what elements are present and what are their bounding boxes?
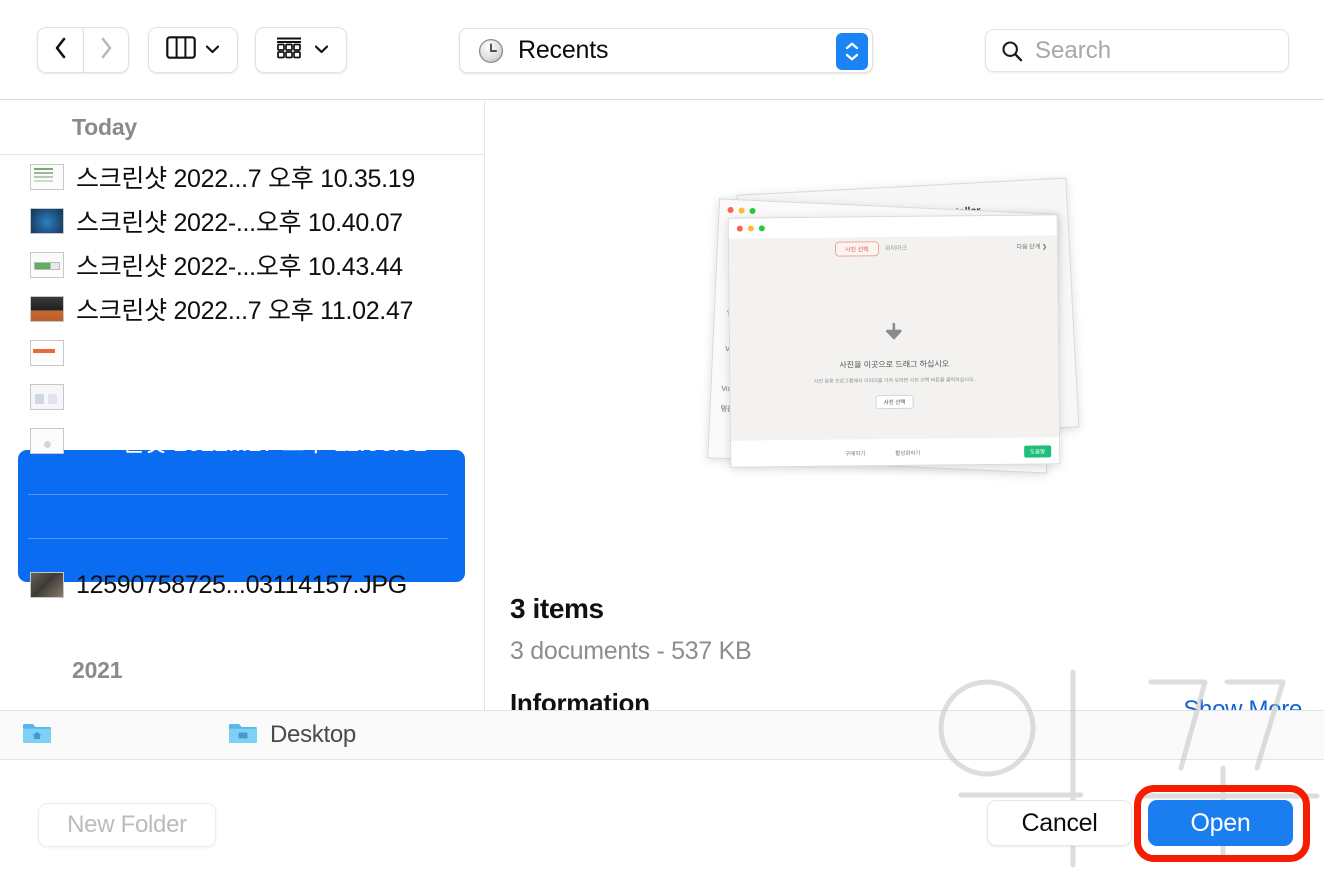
breadcrumb-home[interactable] xyxy=(22,721,52,750)
file-name: 스크린샷 2022...7 오후 10.35.19 xyxy=(76,165,416,193)
preview-pane: Visual Watermark 5.38 Installer Visual W… xyxy=(486,101,1324,710)
list-item[interactable]: 스크린샷 2022...7 오후 11.02.47 xyxy=(0,287,484,331)
window-thumbnail-icon xyxy=(30,384,64,410)
list-item-selected[interactable]: 스크린샷 2022...17 오후 11.05.16 xyxy=(0,375,484,419)
selection-row-divider xyxy=(28,494,448,495)
file-name: 스크린샷 2022...17 오후 11.06.51 xyxy=(76,429,427,457)
file-open-dialog: Recents Today 스크린샷 2022...7 오후 10.35.19 xyxy=(0,0,1324,882)
chevron-down-icon xyxy=(205,41,220,59)
file-name: 스크린샷 2022...7 오후 11.03.00 xyxy=(76,341,414,369)
preview-info: 3 items 3 documents - 537 KB Information xyxy=(510,593,1324,710)
list-item[interactable]: 12590758725...03114157.JPG xyxy=(0,563,484,607)
jpg-thumbnail-icon xyxy=(30,572,64,598)
search-icon xyxy=(1001,40,1023,62)
group-header-today: Today xyxy=(0,101,484,155)
list-item[interactable]: 스크린샷 2022...7 오후 10.35.19 xyxy=(0,155,484,199)
chevron-right-icon xyxy=(100,37,113,64)
help-button: 도움말 xyxy=(1023,445,1052,458)
item-count: 3 items xyxy=(510,593,604,624)
path-bar: Desktop xyxy=(0,710,1324,760)
list-item[interactable]: 스크린샷 2022-...오후 10.43.44 xyxy=(0,243,484,287)
clock-icon xyxy=(478,38,504,64)
file-name: 스크린샷 2022...7 오후 11.02.47 xyxy=(76,297,414,325)
window-thumbnail-icon xyxy=(30,428,64,454)
traffic-light-icons xyxy=(736,225,765,232)
toolbar: Recents xyxy=(0,0,1324,100)
search-field[interactable] xyxy=(985,29,1289,72)
list-item[interactable]: 스크린샷 2022-...오후 10.40.07 xyxy=(0,199,484,243)
traffic-light-icons xyxy=(727,206,756,215)
folder-icon xyxy=(228,721,258,750)
list-item-selected[interactable]: 스크린샷 2022...7 오후 11.03.00 xyxy=(0,331,484,375)
location-popup-button[interactable]: Recents xyxy=(459,28,873,73)
preview-screenshot-front: 사진 선택 워터마크 다음 단계 ❯ 사진을 이곳으로 드래그 하십시오 사진 … xyxy=(727,214,1061,468)
file-name: 스크린샷 2022-...오후 10.40.07 xyxy=(76,209,403,237)
home-folder-icon xyxy=(22,721,52,750)
pick-photos-button: 사진 선택 xyxy=(875,394,914,410)
group-header-2021: 2021 xyxy=(72,656,123,683)
view-mode-control[interactable] xyxy=(148,27,238,73)
new-folder-button[interactable]: New Folder xyxy=(38,803,216,847)
group-by-icon xyxy=(273,36,305,65)
selection-row-divider xyxy=(28,538,448,539)
open-button[interactable]: Open xyxy=(1148,800,1293,846)
next-step-link: 다음 단계 ❯ xyxy=(1016,244,1048,251)
list-item-selected[interactable]: 스크린샷 2022...17 오후 11.06.51 xyxy=(0,419,484,463)
chevron-left-icon xyxy=(54,37,67,64)
nav-buttons xyxy=(37,27,129,73)
activate-link: 활성화하기 xyxy=(895,450,921,457)
window-thumbnail-icon xyxy=(30,340,64,366)
back-button[interactable] xyxy=(37,27,83,73)
column-view-icon xyxy=(166,36,196,64)
arrange-control[interactable] xyxy=(255,27,347,73)
down-arrow-icon xyxy=(885,322,903,347)
breadcrumb-desktop[interactable]: Desktop xyxy=(228,721,356,750)
document-thumbnail-icon xyxy=(30,164,64,190)
forward-button[interactable] xyxy=(83,27,129,73)
breadcrumb-label: Desktop xyxy=(270,721,356,748)
tab-select-photos: 사진 선택 xyxy=(834,241,879,257)
progressbar-thumbnail-icon xyxy=(30,252,64,278)
photo-thumbnail-icon xyxy=(30,296,64,322)
show-more-link[interactable]: Show More xyxy=(1183,696,1302,710)
file-name: 12590758725...03114157.JPG xyxy=(76,570,407,599)
file-name: 스크린샷 2022...17 오후 11.05.16 xyxy=(76,385,427,413)
location-name: Recents xyxy=(518,36,609,64)
file-list-column[interactable]: Today 스크린샷 2022...7 오후 10.35.19 스크린샷 202… xyxy=(0,101,485,710)
chevron-down-icon xyxy=(314,41,329,59)
up-down-stepper-icon[interactable] xyxy=(836,33,868,70)
purchase-link: 구매하기 xyxy=(845,451,866,458)
cancel-button[interactable]: Cancel xyxy=(987,800,1132,846)
globe-thumbnail-icon xyxy=(30,208,64,234)
preview-thumbnail-stack: Visual Watermark 5.38 Installer Visual W… xyxy=(701,176,1101,496)
tab-watermark: 워터마크 xyxy=(885,245,908,253)
file-name: 스크린샷 2022-...오후 10.43.44 xyxy=(76,253,403,281)
search-input[interactable] xyxy=(1035,36,1265,65)
item-metadata: 3 documents - 537 KB xyxy=(510,637,752,665)
